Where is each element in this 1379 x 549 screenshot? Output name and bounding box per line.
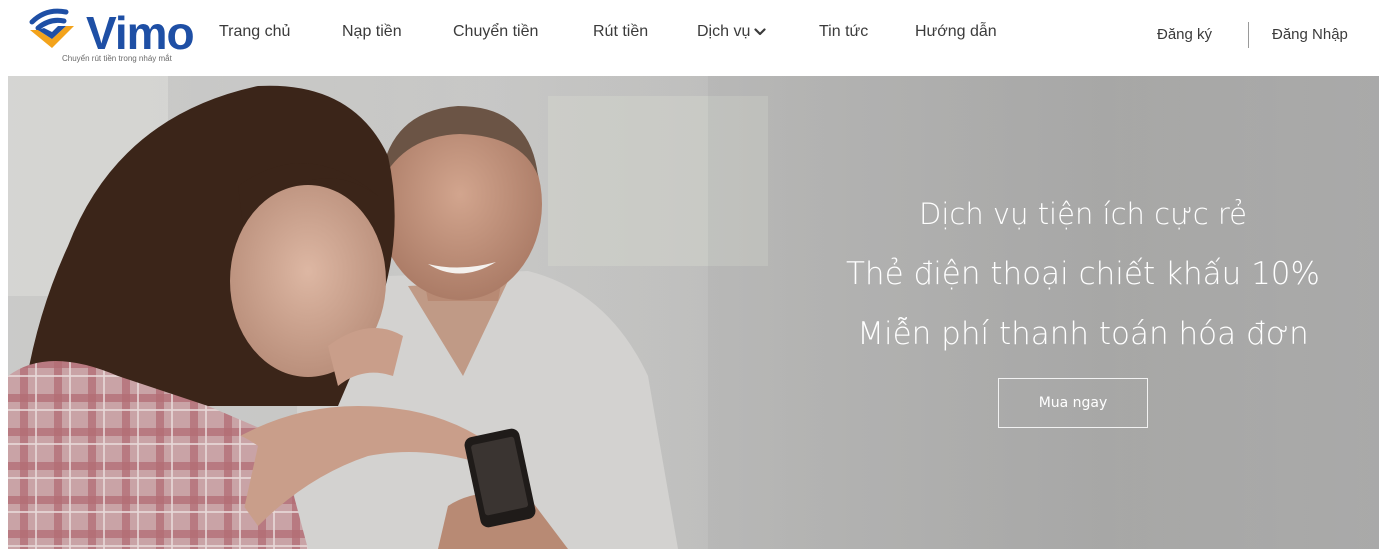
nav-item-dich-vu[interactable]: Dịch vụ	[697, 22, 766, 42]
nav-item-trang-chu[interactable]: Trang chủ	[219, 22, 290, 42]
vimo-logo[interactable]: Vimo Chuyển rút tiền trong nháy mắt	[28, 6, 198, 68]
site-header: Vimo Chuyển rút tiền trong nháy mắt Tran…	[0, 0, 1379, 76]
hero-headline: Dịch vụ tiện ích cực rẻ	[919, 197, 1247, 231]
register-link[interactable]: Đăng ký	[1157, 25, 1212, 45]
auth-divider	[1248, 22, 1249, 48]
nav-item-dich-vu-label: Dịch vụ	[697, 23, 751, 40]
hero-text-block: Dịch vụ tiện ích cực rẻ Thẻ điện thoại c…	[818, 184, 1348, 364]
hero-subline-2: Miễn phí thanh toán hóa đơn	[857, 316, 1309, 352]
logo-wifi-icon	[29, 8, 74, 48]
hero-banner: Dịch vụ tiện ích cực rẻ Thẻ điện thoại c…	[8, 76, 1379, 549]
buy-now-button[interactable]: Mua ngay	[998, 378, 1148, 428]
nav-item-nap-tien[interactable]: Nạp tiền	[342, 22, 402, 42]
chevron-down-icon	[754, 28, 766, 35]
logo-wordmark: Vimo	[86, 7, 195, 59]
nav-item-chuyen-tien[interactable]: Chuyển tiền	[453, 22, 538, 42]
nav-item-rut-tien[interactable]: Rút tiền	[593, 22, 648, 42]
hero-subline-1: Thẻ điện thoại chiết khấu 10%	[846, 256, 1320, 292]
nav-item-huong-dan[interactable]: Hướng dẫn	[915, 22, 997, 42]
login-link[interactable]: Đăng Nhập	[1272, 25, 1348, 45]
logo-tagline: Chuyển rút tiền trong nháy mắt	[62, 54, 172, 63]
nav-item-tin-tuc[interactable]: Tin tức	[819, 22, 868, 42]
